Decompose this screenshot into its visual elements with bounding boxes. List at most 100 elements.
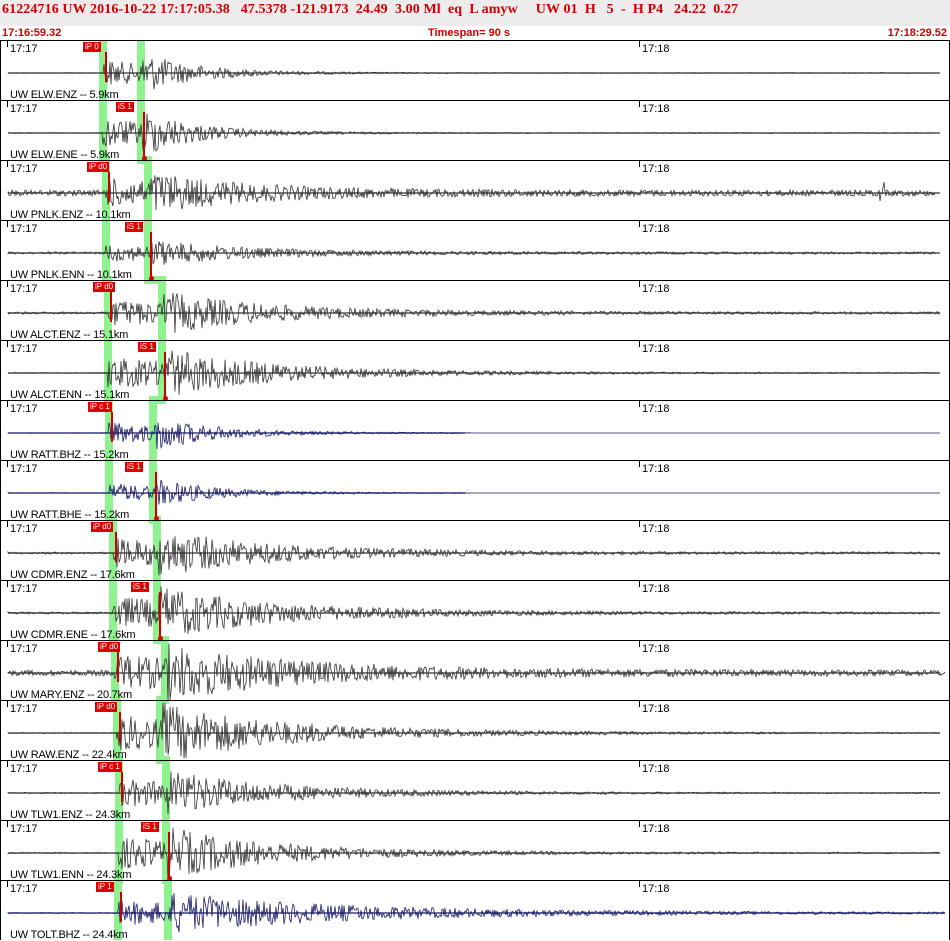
phase-pick-line: [120, 892, 122, 922]
channel-panels: 17:17 17:18 UW ELW.ENZ -- 5.9km iP 0 17:17 17…: [0, 40, 950, 941]
time-label-right: 17:18: [642, 103, 670, 115]
event-title: 61224716 UW 2016-10-22 17:17:05.38 47.53…: [2, 2, 739, 17]
minute-tick: [7, 581, 8, 587]
minute-tick: [7, 341, 8, 347]
time-label-left: 17:17: [10, 703, 38, 715]
channel-panel[interactable]: 17:17 17:18 UW RATT.BHZ -- 15.2km iP c 1: [0, 400, 950, 461]
phase-pick-line: [117, 652, 119, 682]
phase-pick-flag[interactable]: iP 1: [96, 882, 114, 892]
phase-pick-line: [159, 592, 161, 638]
time-label-right: 17:18: [642, 163, 670, 175]
phase-pick-flag[interactable]: iS 1: [116, 102, 134, 112]
channel-panel[interactable]: 17:17 17:18 UW CDMR.ENZ -- 17.6km iP d0: [0, 520, 950, 581]
phase-pick-flag[interactable]: iS 1: [131, 582, 149, 592]
minute-tick: [639, 281, 640, 287]
minute-tick: [7, 881, 8, 887]
minute-tick: [7, 401, 8, 407]
minute-tick: [639, 221, 640, 227]
time-label-left: 17:17: [10, 43, 38, 55]
phase-pick-flag[interactable]: iP c 1: [98, 762, 122, 772]
channel-panel[interactable]: 17:17 17:18 UW TLW1.ENZ -- 24.3km iP c 1: [0, 760, 950, 821]
minute-tick: [7, 41, 8, 47]
channel-panel[interactable]: 17:17 17:18 UW PNLK.ENZ -- 10.1km iP d0: [0, 160, 950, 221]
phase-pick-flag[interactable]: iP d0: [95, 702, 118, 712]
minute-tick: [639, 701, 640, 707]
time-label-right: 17:18: [642, 583, 670, 595]
phase-pick-flag[interactable]: iS 1: [125, 462, 143, 472]
time-label-left: 17:17: [10, 523, 38, 535]
minute-tick: [7, 161, 8, 167]
phase-pick-flag[interactable]: iP d0: [87, 162, 110, 172]
phase-pick-line: [119, 712, 121, 742]
phase-pick-flag[interactable]: iP 0: [83, 42, 101, 52]
time-label-left: 17:17: [10, 883, 38, 895]
minute-tick: [639, 341, 640, 347]
channel-panel[interactable]: 17:17 17:18 UW TLW1.ENN -- 24.3km iS 1: [0, 820, 950, 881]
time-label-left: 17:17: [10, 463, 38, 475]
timespan-label: Timespan= 90 s: [428, 27, 511, 39]
channel-panel[interactable]: 17:17 17:18 UW ELW.ENE -- 5.9km iS 1: [0, 100, 950, 161]
minute-tick: [7, 521, 8, 527]
time-label-right: 17:18: [642, 343, 670, 355]
phase-pick-flag[interactable]: iS 1: [138, 342, 156, 352]
phase-pick-flag[interactable]: iP d0: [91, 522, 114, 532]
phase-pick-flag[interactable]: iP c 1: [88, 402, 112, 412]
minute-tick: [639, 581, 640, 587]
time-label-right: 17:18: [642, 463, 670, 475]
channel-panel[interactable]: 17:17 17:18 UW CDMR.ENE -- 17.6km iS 1: [0, 580, 950, 641]
minute-tick: [639, 401, 640, 407]
start-time-label: 17:16:59.32: [2, 27, 62, 39]
time-label-right: 17:18: [642, 283, 670, 295]
channel-panel[interactable]: 17:17 17:18 UW ELW.ENZ -- 5.9km iP 0: [0, 40, 950, 101]
time-label-left: 17:17: [10, 103, 38, 115]
time-label-right: 17:18: [642, 223, 670, 235]
minute-tick: [7, 221, 8, 227]
phase-pick-line: [105, 52, 107, 82]
minute-tick: [7, 641, 8, 647]
phase-pick-line: [150, 232, 152, 278]
phase-pick-line: [155, 472, 157, 518]
minute-tick: [639, 521, 640, 527]
minute-tick: [639, 641, 640, 647]
minute-tick: [639, 41, 640, 47]
minute-tick: [7, 761, 8, 767]
channel-panel[interactable]: 17:17 17:18 UW RAW.ENZ -- 22.4km iP d0: [0, 700, 950, 761]
time-label-left: 17:17: [10, 163, 38, 175]
phase-pick-flag[interactable]: iP d0: [93, 282, 116, 292]
time-label-left: 17:17: [10, 343, 38, 355]
time-label-left: 17:17: [10, 283, 38, 295]
minute-tick: [639, 761, 640, 767]
time-label-right: 17:18: [642, 523, 670, 535]
time-label-right: 17:18: [642, 883, 670, 895]
channel-panel[interactable]: 17:17 17:18 UW ALCT.ENN -- 15.1km iS 1: [0, 340, 950, 401]
phase-pick-flag[interactable]: iS 1: [125, 222, 143, 232]
minute-tick: [639, 821, 640, 827]
minute-tick: [7, 281, 8, 287]
minute-tick: [639, 101, 640, 107]
phase-pick-line: [164, 352, 166, 398]
time-label-left: 17:17: [10, 823, 38, 835]
minute-tick: [639, 461, 640, 467]
phase-pick-line: [110, 292, 112, 322]
time-label-right: 17:18: [642, 823, 670, 835]
phase-pick-line: [121, 772, 123, 802]
time-label-left: 17:17: [10, 403, 38, 415]
minute-tick: [7, 701, 8, 707]
time-label-right: 17:18: [642, 403, 670, 415]
phase-pick-flag[interactable]: iP d0: [98, 642, 121, 652]
time-label-right: 17:18: [642, 703, 670, 715]
minute-tick: [639, 881, 640, 887]
minute-tick: [639, 161, 640, 167]
time-label-left: 17:17: [10, 643, 38, 655]
channel-panel[interactable]: 17:17 17:18 UW ALCT.ENZ -- 15.1km iP d0: [0, 280, 950, 341]
phase-pick-line: [168, 832, 170, 878]
phase-pick-flag[interactable]: iS 1: [141, 822, 159, 832]
phase-pick-line: [108, 172, 110, 202]
channel-panel[interactable]: 17:17 17:18 UW MARY.ENZ -- 20.7km iP d0: [0, 640, 950, 701]
channel-panel[interactable]: 17:17 17:18 UW RATT.BHE -- 15.2km iS 1: [0, 460, 950, 521]
minute-tick: [7, 101, 8, 107]
channel-panel[interactable]: 17:17 17:18 UW TOLT.BHZ -- 24.4km iP 1: [0, 880, 950, 941]
time-label-right: 17:18: [642, 43, 670, 55]
channel-panel[interactable]: 17:17 17:18 UW PNLK.ENN -- 10.1km iS 1: [0, 220, 950, 281]
time-label-left: 17:17: [10, 583, 38, 595]
